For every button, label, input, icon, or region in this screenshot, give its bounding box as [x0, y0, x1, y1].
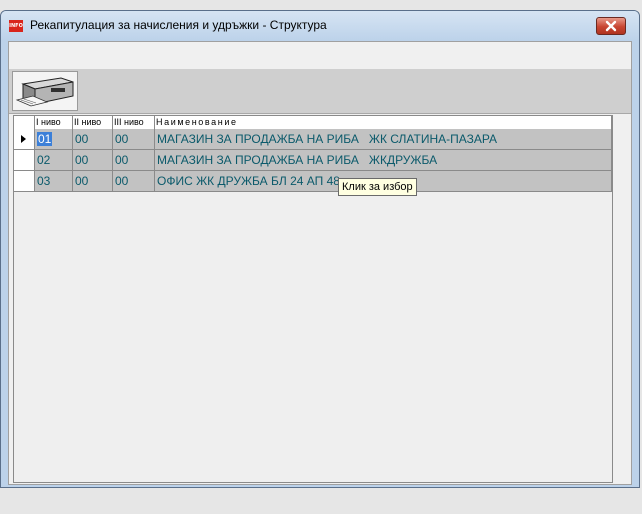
cell-name[interactable]: МАГАЗИН ЗА ПРОДАЖБА НА РИБА ЖК СЛАТИНА-П…	[155, 129, 612, 150]
toolbar	[9, 69, 631, 114]
cell-level3[interactable]: 00	[113, 129, 155, 150]
table-row[interactable]: 03 00 00 ОФИС ЖК ДРУЖБА БЛ 24 АП 48	[14, 171, 612, 192]
close-icon	[605, 20, 617, 32]
cell-level3[interactable]: 00	[113, 171, 155, 192]
row-pointer-icon	[21, 135, 26, 143]
close-button[interactable]	[596, 17, 626, 35]
tooltip: Клик за избор	[338, 178, 417, 196]
indicator-header	[14, 116, 35, 129]
cell-level2[interactable]: 00	[73, 171, 113, 192]
column-header-name[interactable]: Наименование	[155, 116, 612, 129]
cell-level2[interactable]: 00	[73, 150, 113, 171]
grid-header: I ниво II ниво III ниво Наименование	[14, 116, 612, 129]
cell-name[interactable]: МАГАЗИН ЗА ПРОДАЖБА НА РИБА ЖКДРУЖБА	[155, 150, 612, 171]
cell-level2[interactable]: 00	[73, 129, 113, 150]
cell-level1[interactable]: 01	[35, 129, 73, 150]
column-header-level2[interactable]: II ниво	[73, 116, 113, 129]
app-logo-icon: INFO	[9, 20, 23, 32]
table-row[interactable]: 01 00 00 МАГАЗИН ЗА ПРОДАЖБА НА РИБА ЖК …	[14, 129, 612, 150]
column-header-level1[interactable]: I ниво	[35, 116, 73, 129]
row-indicator[interactable]	[14, 171, 35, 192]
row-indicator[interactable]	[14, 129, 35, 150]
structure-grid[interactable]: I ниво II ниво III ниво Наименование 01 …	[13, 115, 613, 483]
window-title: Рекапитулация за начисления и удръжки - …	[30, 18, 327, 32]
menu-bar	[9, 42, 631, 70]
column-header-level3[interactable]: III ниво	[113, 116, 155, 129]
print-button[interactable]	[12, 71, 78, 111]
title-bar[interactable]: INFO Рекапитулация за начисления и удръж…	[1, 11, 639, 41]
cell-level1[interactable]: 02	[35, 150, 73, 171]
row-indicator[interactable]	[14, 150, 35, 171]
table-row[interactable]: 02 00 00 МАГАЗИН ЗА ПРОДАЖБА НА РИБА ЖКД…	[14, 150, 612, 171]
main-window: INFO Рекапитулация за начисления и удръж…	[0, 10, 640, 488]
cell-level3[interactable]: 00	[113, 150, 155, 171]
cell-level1[interactable]: 03	[35, 171, 73, 192]
selected-cell-value: 01	[37, 132, 53, 146]
client-area: I ниво II ниво III ниво Наименование 01 …	[8, 41, 632, 485]
printer-icon	[15, 77, 74, 107]
